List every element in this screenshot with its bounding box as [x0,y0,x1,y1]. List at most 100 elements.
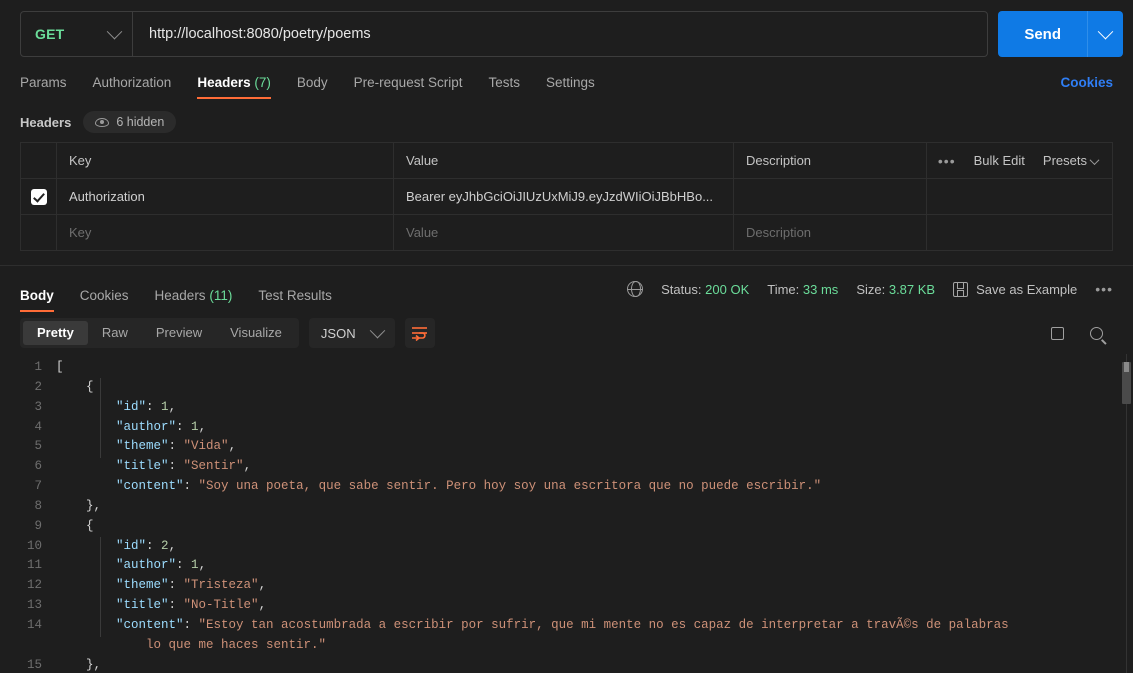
code-text: "content": "Soy una poeta, que sabe sent… [56,477,1133,497]
code-token: , [258,598,267,613]
response-tab-body[interactable]: Body [20,288,54,312]
code-token: "No-Title" [183,598,259,613]
chevron-down-icon [1089,155,1100,166]
tab-count: (11) [209,288,233,303]
line-number: 14 [26,617,42,632]
headers-title: Headers [20,114,72,130]
chevron-down-icon [106,23,123,39]
row-description[interactable] [733,178,927,215]
code-line: 1[ [0,358,1133,378]
url-input-group: GET http://localhost:8080/poetry/poems [20,11,989,57]
size-label: Size: [856,281,886,297]
bulk-edit-button[interactable]: Bulk Edit [974,153,1025,168]
size-value: 3.87 KB [888,281,936,297]
response-tab-cookies[interactable]: Cookies [80,288,129,312]
code-line: 11 "author": 1, [0,556,1133,576]
status-label: Status: [661,281,702,297]
response-body-code[interactable]: 1[2 {3 "id": 1, 4 "author": 1, 5 "theme": … [0,354,1133,673]
code-token: { [56,379,94,394]
code-scrollbar-thumb[interactable] [1122,362,1131,404]
save-as-example-label: Save as Example [976,281,1078,297]
row-value[interactable]: Bearer eyJhbGciOiJIUzUxMiJ9.eyJzdWIiOiJB… [393,178,734,215]
headers-subbar: Headers 6 hidden [0,106,1133,138]
tab-label: Test Results [258,288,332,303]
word-wrap-toggle[interactable] [404,318,435,348]
headers-table: Key Value Description ••• Bulk Edit Pres… [20,142,1113,251]
tab-tests[interactable]: Tests [488,75,520,99]
url-input[interactable]: http://localhost:8080/poetry/poems [133,26,987,42]
response-more-options-button[interactable]: ••• [1095,281,1113,297]
tab-label: Params [20,75,67,90]
hidden-headers-toggle[interactable]: 6 hidden [83,111,177,133]
view-mode-raw[interactable]: Raw [88,321,142,345]
presets-button[interactable]: Presets [1043,153,1100,168]
code-line: 15 }, [0,656,1133,673]
line-number: 8 [34,498,42,513]
code-token: { [56,518,94,533]
code-token: : [168,459,184,474]
http-method-select[interactable]: GET [21,12,133,56]
tab-label: Body [296,75,328,90]
code-token: "Estoy tan acostumbrada a escribir por s… [198,617,1009,632]
line-number: 6 [34,459,42,474]
tab-label: Headers [154,288,206,303]
row-key[interactable]: Authorization [56,178,394,215]
view-mode-pretty[interactable]: Pretty [23,321,88,345]
tab-label: Headers [197,75,251,90]
line-number: 2 [34,379,42,394]
send-button[interactable]: Send [998,11,1087,57]
chevron-down-icon [369,322,385,338]
more-options-button[interactable]: ••• [938,153,956,169]
code-line: 2 { [0,378,1133,398]
save-as-example-button[interactable]: Save as Example [953,281,1078,297]
response-view-bar: Pretty Raw Preview Visualize JSON [0,312,1133,354]
save-icon [953,281,969,297]
tab-label: Settings [545,75,595,90]
response-format-select[interactable]: JSON [308,318,395,348]
column-description: Description [733,142,927,179]
send-options-button[interactable] [1087,11,1123,57]
line-number: 10 [26,538,42,553]
code-token: "author" [116,558,177,573]
row-actions [926,178,1113,215]
copy-icon[interactable] [1048,323,1064,340]
new-row-key-input[interactable]: Key [56,214,394,251]
code-text: "title": "No-Title", [56,596,1133,616]
hidden-headers-label: 6 hidden [116,115,165,129]
tab-params[interactable]: Params [20,75,67,99]
response-tab-headers[interactable]: Headers (11) [155,288,233,312]
code-token: , [228,439,237,454]
tab-authorization[interactable]: Authorization [93,75,172,99]
view-mode-preview[interactable]: Preview [142,321,216,345]
code-token: "title" [116,598,169,613]
code-token: [ [56,360,64,374]
response-tab-test-results[interactable]: Test Results [258,288,332,312]
code-text: "title": "Sentir", [56,457,1133,477]
code-token: "Vida" [183,439,229,454]
tab-headers[interactable]: Headers (7) [197,75,271,99]
row-checkbox[interactable] [30,188,47,205]
tab-pre-request-script[interactable]: Pre-request Script [354,75,463,99]
code-token: , [198,558,207,573]
code-token: }, [56,657,102,672]
status-value: 200 OK [705,281,750,297]
code-token: "id" [116,538,147,553]
code-text: "theme": "Tristeza", [56,576,1133,596]
send-button-group: Send [998,11,1123,57]
tab-body[interactable]: Body [297,75,328,99]
line-number: 13 [26,598,42,613]
new-row-value-input[interactable]: Value [393,214,734,251]
search-icon[interactable] [1090,326,1103,340]
new-row-description-input[interactable]: Description [733,214,927,251]
view-mode-visualize[interactable]: Visualize [216,321,296,345]
code-text: { [56,378,1133,398]
code-token: : [183,617,199,632]
cookies-link[interactable]: Cookies [1060,75,1113,99]
code-line: lo que me haces sentir." [0,636,1133,656]
row-checkbox-cell [20,178,57,215]
tab-settings[interactable]: Settings [546,75,595,99]
